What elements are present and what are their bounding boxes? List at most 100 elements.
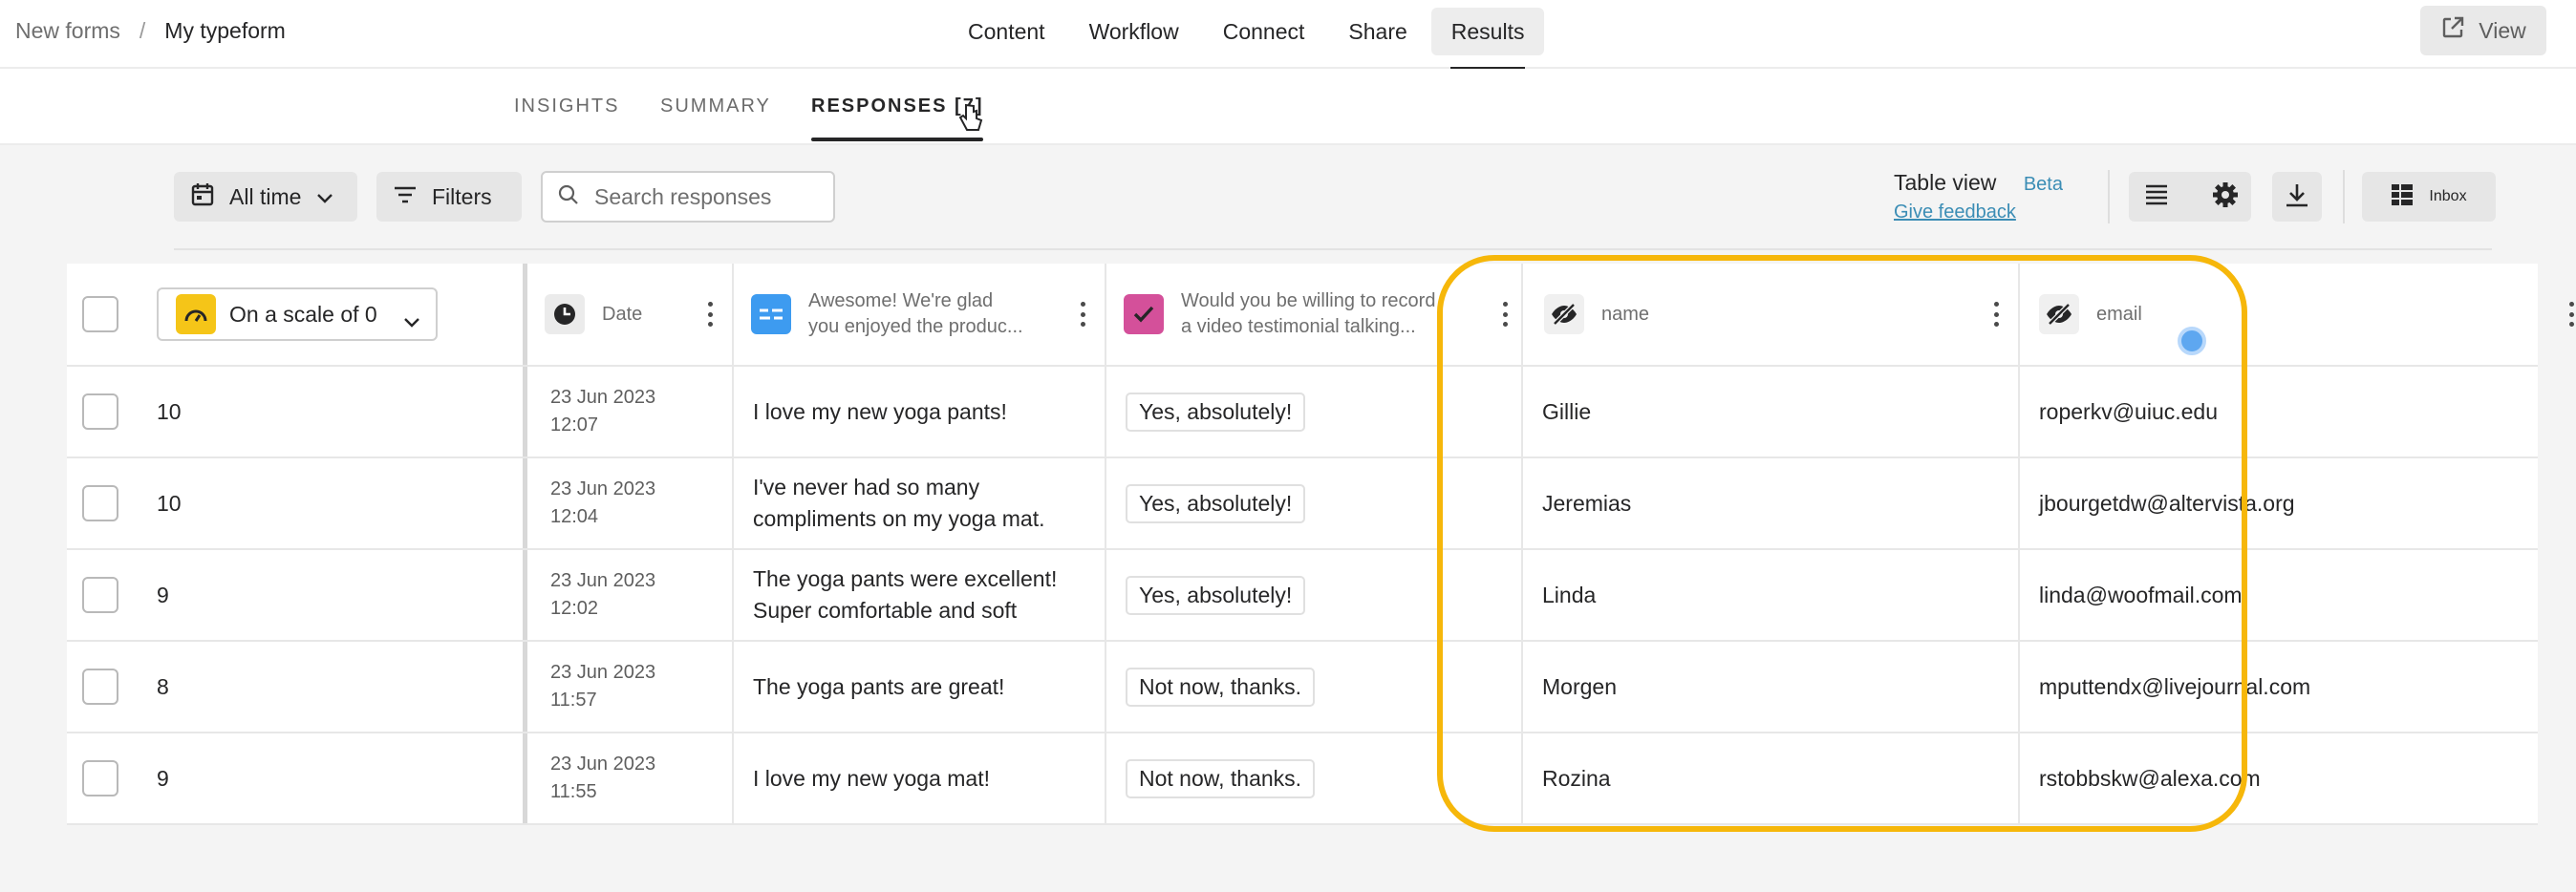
table-row[interactable]: 10 23 Jun 2023 12:04 I've never had so ma…	[67, 458, 2538, 550]
header-feedback-label: Awesome! We're glad you enjoyed the prod…	[808, 288, 1023, 340]
choice-chip: Yes, absolutely!	[1126, 392, 1306, 432]
name-cell: Gillie	[1523, 367, 2020, 457]
date-cell: 23 Jun 2023 12:07	[527, 367, 734, 457]
select-all-checkbox[interactable]	[82, 296, 118, 332]
date-filter-dropdown[interactable]: All time	[174, 172, 357, 222]
score-value: 10	[157, 490, 182, 516]
header-feedback-line2: you enjoyed the produc...	[808, 316, 1023, 337]
date-text: 23 Jun 2023	[550, 387, 656, 408]
feedback-value: The yoga pants were excellent! Super comf…	[753, 563, 1057, 627]
nav-results[interactable]: Results	[1430, 8, 1545, 69]
header-scale: On a scale of 0	[153, 264, 527, 365]
list-view-icon	[2144, 183, 2169, 211]
row-checkbox[interactable]	[82, 393, 118, 430]
video-cell: Not now, thanks.	[1106, 642, 1523, 732]
filters-button[interactable]: Filters	[376, 172, 522, 222]
column-menu-icon[interactable]	[707, 302, 713, 327]
score-cell: 9	[153, 550, 527, 640]
table-row[interactable]: 9 23 Jun 2023 11:55 I love my new yoga ma…	[67, 733, 2538, 825]
email-cell: roperkv@uiuc.edu	[2020, 367, 2576, 457]
tab-insights[interactable]: INSIGHTS	[514, 96, 619, 117]
header-video[interactable]: Would you be willing to record a video t…	[1106, 264, 1523, 365]
breadcrumb-parent-link[interactable]: New forms	[15, 18, 120, 44]
scale-question-dropdown[interactable]: On a scale of 0	[157, 287, 438, 341]
row-checkbox[interactable]	[82, 669, 118, 705]
view-button[interactable]: View	[2420, 6, 2546, 55]
feedback-line1: I love my new yoga mat!	[753, 765, 990, 791]
calendar-icon	[191, 181, 214, 212]
row-checkbox[interactable]	[82, 577, 118, 613]
header-name[interactable]: name	[1523, 264, 2020, 365]
header-date-label: Date	[602, 303, 643, 325]
choice-chip: Not now, thanks.	[1126, 667, 1316, 707]
time-text: 11:55	[550, 781, 597, 802]
inbox-grid-icon	[2391, 183, 2414, 211]
filter-icon	[394, 184, 417, 210]
feedback-value: The yoga pants are great!	[753, 671, 1004, 703]
give-feedback-link[interactable]: Give feedback	[1894, 202, 2063, 223]
table-row[interactable]: 8 23 Jun 2023 11:57 The yoga pants are gr…	[67, 642, 2538, 733]
header-feedback[interactable]: Awesome! We're glad you enjoyed the prod…	[734, 264, 1106, 365]
nav-connect[interactable]: Connect	[1203, 8, 1325, 55]
row-checkbox[interactable]	[82, 485, 118, 521]
name-cell: Morgen	[1523, 642, 2020, 732]
toolbar-separator	[2108, 170, 2110, 223]
score-cell: 9	[153, 733, 527, 823]
name-value: Rozina	[1542, 765, 1611, 791]
email-cell: linda@woofmail.com	[2020, 550, 2576, 640]
table-row[interactable]: 9 23 Jun 2023 12:02 The yoga pants were e…	[67, 550, 2538, 642]
results-subtabs: INSIGHTS SUMMARY RESPONSES [7]	[0, 69, 2576, 145]
search-responses[interactable]	[541, 171, 835, 223]
nav-content[interactable]: Content	[948, 8, 1065, 55]
table-settings-button[interactable]	[2129, 172, 2251, 222]
email-cell: mputtendx@livejournal.com	[2020, 642, 2576, 732]
feedback-line2: Super comfortable and soft	[753, 598, 1018, 623]
date-filter-label: All time	[229, 183, 302, 209]
name-value: Linda	[1542, 582, 1597, 607]
header-video-line2: a video testimonial talking...	[1181, 316, 1416, 337]
column-menu-icon[interactable]	[1502, 302, 1508, 327]
date-cell: 23 Jun 2023 11:55	[527, 733, 734, 823]
table-row[interactable]: 10 23 Jun 2023 12:07 I love my new yoga p…	[67, 367, 2538, 458]
score-cell: 10	[153, 458, 527, 548]
column-menu-icon[interactable]	[2568, 302, 2574, 327]
column-menu-icon[interactable]	[1080, 302, 1085, 327]
feedback-line1: The yoga pants were excellent!	[753, 566, 1058, 591]
row-checkbox[interactable]	[82, 760, 118, 796]
download-button[interactable]	[2272, 172, 2322, 222]
nav-workflow[interactable]: Workflow	[1069, 8, 1199, 55]
email-value: mputtendx@livejournal.com	[2039, 673, 2311, 699]
score-value: 9	[157, 765, 169, 791]
header-select-all	[67, 264, 153, 365]
filters-label: Filters	[432, 183, 492, 209]
time-text: 12:07	[550, 414, 599, 435]
date-text: 23 Jun 2023	[550, 662, 656, 683]
gear-icon	[2211, 181, 2240, 214]
breadcrumb-separator: /	[139, 17, 146, 43]
tab-summary[interactable]: SUMMARY	[660, 96, 771, 117]
choice-chip: Yes, absolutely!	[1126, 483, 1306, 523]
time-text: 11:57	[550, 690, 597, 711]
header-date[interactable]: Date	[527, 264, 734, 365]
breadcrumb: New forms / My typeform	[15, 0, 286, 61]
date-cell: 23 Jun 2023 11:57	[527, 642, 734, 732]
scale-question-label: On a scale of 0	[229, 301, 377, 327]
date-value: 23 Jun 2023 11:55	[550, 751, 655, 806]
tab-summary-label: SUMMARY	[660, 96, 771, 117]
checkmark-icon	[1124, 294, 1164, 334]
video-cell: Yes, absolutely!	[1106, 367, 1523, 457]
column-menu-icon[interactable]	[1993, 302, 1999, 327]
header-email[interactable]: email	[2020, 264, 2576, 365]
search-input[interactable]	[592, 182, 822, 211]
score-value: 8	[157, 673, 169, 699]
breadcrumb-current[interactable]: My typeform	[164, 18, 286, 44]
search-icon	[558, 184, 579, 210]
name-value: Gillie	[1542, 398, 1592, 424]
responses-table: On a scale of 0 Date Awesome! We're glad…	[67, 264, 2574, 825]
nav-share[interactable]: Share	[1328, 8, 1427, 55]
inbox-button[interactable]: Inbox	[2362, 172, 2496, 222]
date-value: 23 Jun 2023 12:04	[550, 476, 655, 531]
header-name-label: name	[1601, 303, 1650, 325]
date-cell: 23 Jun 2023 12:02	[527, 550, 734, 640]
name-value: Jeremias	[1542, 490, 1632, 516]
